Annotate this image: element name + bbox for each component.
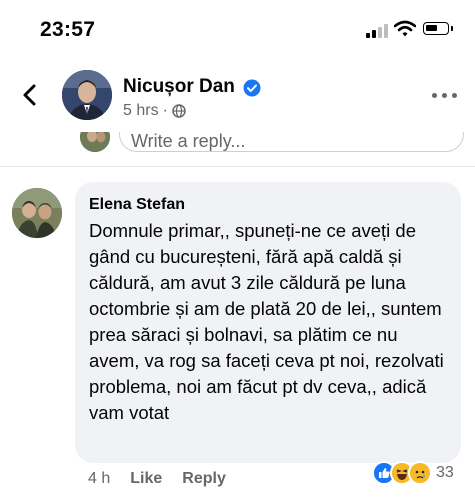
status-time: 23:57 — [40, 18, 96, 41]
back-arrow-icon[interactable] — [18, 83, 42, 107]
battery-tip — [451, 26, 453, 31]
comment-actions: 4 h Like Reply — [88, 470, 226, 488]
author-name[interactable]: Nicușor Dan — [123, 76, 235, 98]
commenter-avatar-image — [12, 188, 62, 238]
status-bar: 23:57 — [0, 0, 475, 56]
reaction-count: 33 — [436, 464, 454, 481]
verified-badge-icon — [243, 79, 261, 97]
post-meta: 5 hrs · — [123, 102, 186, 120]
author-avatar-image — [62, 70, 112, 120]
globe-icon — [172, 104, 186, 118]
post-time[interactable]: 5 hrs — [123, 102, 159, 120]
current-user-avatar — [80, 132, 110, 152]
battery-icon — [423, 22, 449, 35]
comment-text: Domnule primar,, spuneți-ne ce aveți de … — [89, 220, 444, 423]
signal-icon — [366, 24, 388, 38]
divider — [0, 166, 475, 167]
wifi-icon — [394, 20, 416, 37]
reactions-summary[interactable]: 33 — [372, 461, 454, 485]
commenter-name[interactable]: Elena Stefan — [89, 196, 185, 214]
more-options-icon[interactable] — [432, 92, 458, 100]
reply-composer: Write a reply... — [0, 132, 475, 160]
sad-icon — [408, 461, 432, 485]
commenter-avatar[interactable] — [12, 188, 62, 238]
meta-separator: · — [162, 102, 168, 119]
reply-button[interactable]: Reply — [182, 470, 226, 488]
author-avatar[interactable] — [62, 70, 112, 120]
like-button[interactable]: Like — [130, 470, 162, 488]
reply-placeholder[interactable]: Write a reply... — [131, 132, 245, 152]
comment-time[interactable]: 4 h — [88, 470, 110, 488]
